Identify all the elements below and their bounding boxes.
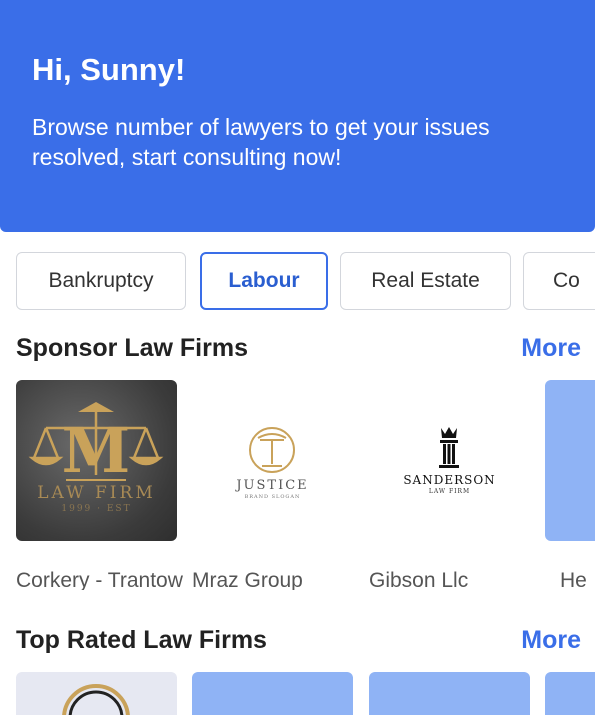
firm-logo-subtext: BRAND SLOGAN — [244, 494, 301, 500]
firm-name: Gibson Llc — [369, 569, 469, 590]
firm-logo-text: SANDERSON — [403, 473, 496, 487]
crown-pillar-icon — [439, 427, 459, 468]
category-chips: Bankruptcy Labour Real Estate Co — [0, 252, 595, 312]
firm-logo-placeholder — [545, 672, 595, 715]
firm-logo: SANDERSON LAW FIRM — [369, 380, 530, 541]
firm-card-partial[interactable]: He — [545, 380, 595, 590]
top-rated-card[interactable] — [369, 672, 530, 715]
firm-logo-placeholder — [545, 380, 595, 541]
top-rated-card[interactable] — [192, 672, 353, 715]
category-chip-partial[interactable]: Co — [523, 252, 595, 310]
firm-name: Mraz Group — [192, 569, 303, 590]
top-rated-card[interactable] — [545, 672, 595, 715]
category-chip-real-estate[interactable]: Real Estate — [340, 252, 511, 310]
svg-text:M: M — [62, 414, 131, 487]
firm-name: He — [560, 569, 587, 590]
welcome-header: Hi, Sunny! Browse number of lawyers to g… — [0, 0, 595, 232]
top-rated-more-link[interactable]: More — [521, 626, 581, 655]
greeting-title: Hi, Sunny! — [32, 52, 186, 87]
firm-logo: M LAW FIRM 1999 · EST — [16, 380, 177, 541]
firm-logo — [16, 672, 177, 715]
sponsor-more-link[interactable]: More — [521, 334, 581, 363]
firm-card-mraz-group[interactable]: JUSTICE BRAND SLOGAN Mraz Group — [192, 380, 353, 590]
firm-logo-placeholder — [369, 672, 530, 715]
firm-name: Corkery - Trantow — [16, 569, 183, 590]
seal-icon — [62, 684, 130, 715]
category-chip-labour[interactable]: Labour — [200, 252, 328, 310]
scales-of-justice-icon: M — [28, 402, 164, 487]
firm-card-corkery-trantow[interactable]: M LAW FIRM 1999 · EST Corkery - Trantow — [16, 380, 183, 590]
sponsor-section-title: Sponsor Law Firms — [16, 334, 248, 362]
top-rated-section-title: Top Rated Law Firms — [16, 626, 267, 654]
greeting-subtitle: Browse number of lawyers to get your iss… — [32, 114, 490, 170]
firm-logo-placeholder — [192, 672, 353, 715]
top-rated-firms-list — [0, 672, 595, 715]
category-chip-bankruptcy[interactable]: Bankruptcy — [16, 252, 186, 310]
firm-logo-text: LAW FIRM — [37, 483, 156, 503]
firm-logo-text: JUSTICE — [236, 478, 309, 493]
firm-logo: JUSTICE BRAND SLOGAN — [192, 380, 353, 541]
sponsor-firms-list: M LAW FIRM 1999 · EST Corkery - Trantow … — [0, 380, 595, 590]
firm-logo-subtext: 1999 · EST — [61, 504, 132, 514]
firm-logo-subtext: LAW FIRM — [428, 488, 471, 495]
top-rated-card[interactable] — [16, 672, 177, 715]
firm-card-gibson-llc[interactable]: SANDERSON LAW FIRM Gibson Llc — [369, 380, 530, 590]
pillar-icon — [249, 427, 295, 473]
